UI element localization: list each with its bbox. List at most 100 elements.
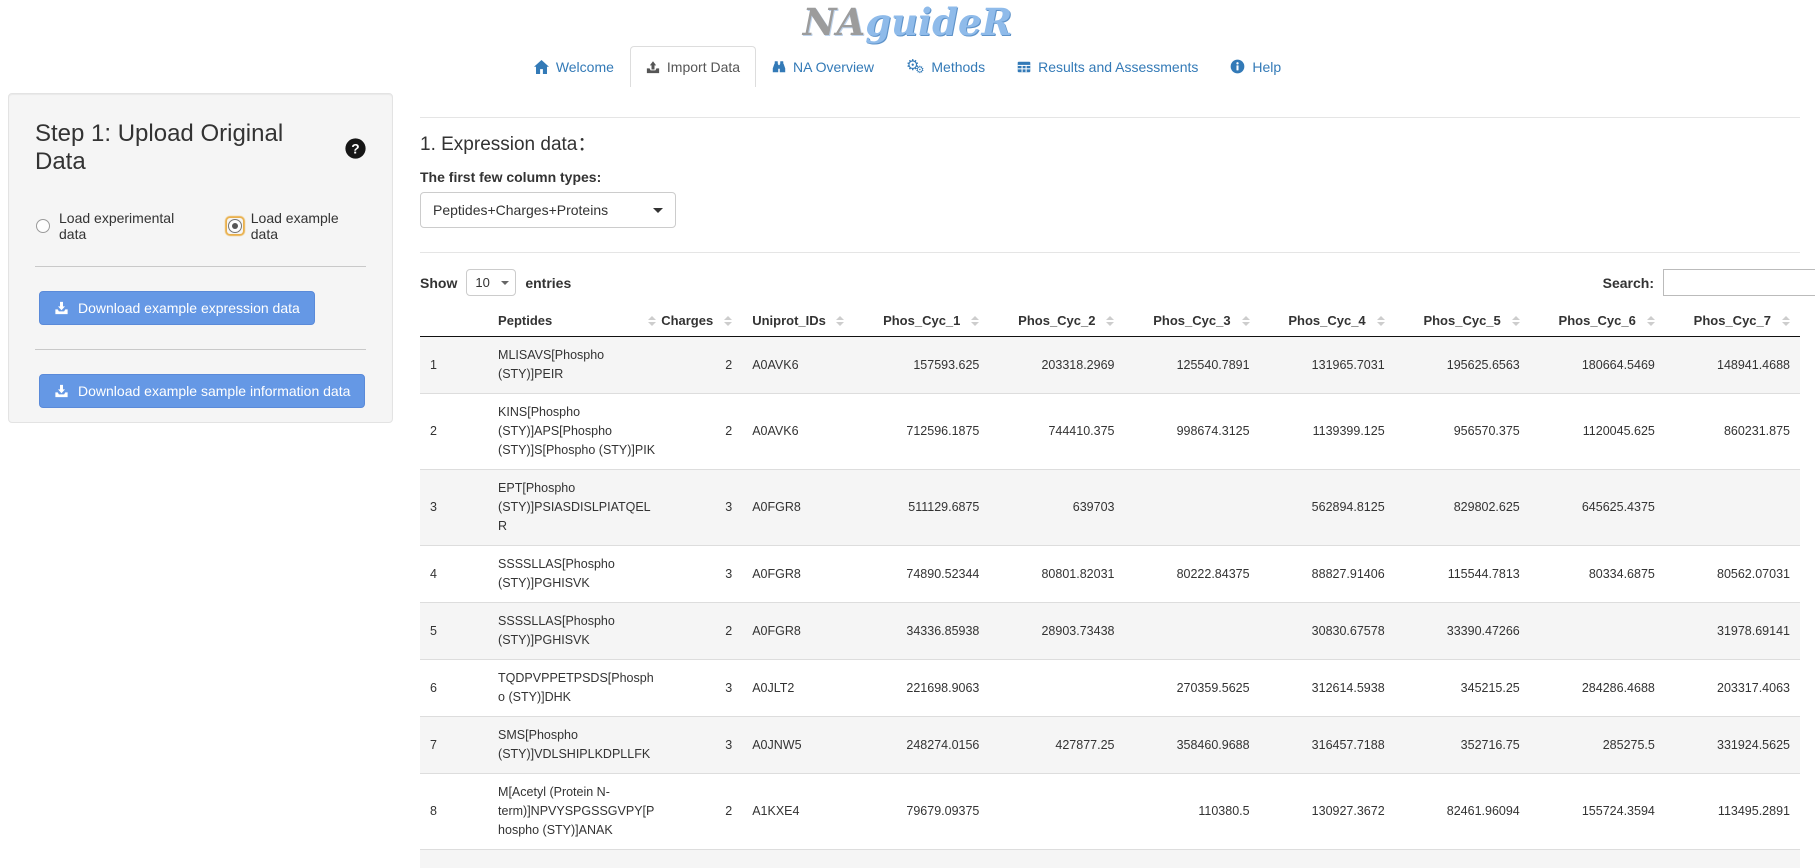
phos-cyc-2-cell: 80801.82031: [989, 546, 1124, 603]
radio-load-experimental-data[interactable]: Load experimental data: [35, 210, 201, 242]
phos-cyc-5-cell: 345215.25: [1395, 660, 1530, 717]
svg-text:?: ?: [351, 141, 359, 156]
radio-label: Load example data: [251, 210, 366, 242]
sidebar-title: Step 1: Upload Original Data ?: [35, 120, 366, 176]
tab-label: Welcome: [556, 59, 614, 75]
phos-cyc-2-cell: 203318.2969: [989, 337, 1124, 394]
page-length-select[interactable]: 10: [466, 269, 516, 296]
entries-label: entries: [525, 275, 571, 291]
table-row: 8M[Acetyl (Protein N-term)]NPVYSPGSSGVPY…: [420, 774, 1800, 850]
tab-label: Results and Assessments: [1038, 59, 1198, 75]
phos-cyc-6-cell: [1530, 603, 1665, 660]
sort-icon: [1106, 316, 1114, 326]
phos-cyc-1-cell: 221698.9063: [854, 660, 989, 717]
column-header-phos-cyc-6[interactable]: Phos_Cyc_6: [1530, 305, 1665, 337]
row-index: 7: [420, 717, 488, 774]
tab-import-data[interactable]: Import Data: [630, 46, 756, 87]
page-length-value: 10: [475, 275, 489, 290]
phos-cyc-5-cell: 956570.375: [1395, 394, 1530, 470]
row-index: 2: [420, 394, 488, 470]
phos-cyc-2-cell: 28903.73438: [989, 603, 1124, 660]
uniprot-cell: A0JNW5: [742, 717, 854, 774]
table-row: 3EPT[Phospho (STY)]PSIASDISLPIATQELR3A0F…: [420, 470, 1800, 546]
uniprot-cell: A0AVK6: [742, 337, 854, 394]
column-types-selected-value: Peptides+Charges+Proteins: [433, 202, 608, 218]
table-row: 5SSSSLLAS[Phospho (STY)]PGHISVK2A0FGR834…: [420, 603, 1800, 660]
phos-cyc-3-cell: [1124, 470, 1259, 546]
charge-cell: 3: [666, 546, 742, 603]
rownames-header[interactable]: [420, 305, 488, 337]
peptide-cell: KINS[Phospho (STY)]APS[Phospho (STY)]S[P…: [488, 394, 666, 470]
phos-cyc-7-cell: [1665, 470, 1800, 546]
peptide-cell: EPT[Phospho (STY)]PSIASDISLPIATQELR: [488, 470, 666, 546]
row-index: 5: [420, 603, 488, 660]
tab-label: NA Overview: [793, 59, 874, 75]
download-example-sample-information-data-button[interactable]: Download example sample information data: [39, 374, 365, 408]
column-header-label: Phos_Cyc_7: [1694, 313, 1771, 328]
column-header-phos-cyc-7[interactable]: Phos_Cyc_7: [1665, 305, 1800, 337]
table-row: 7SMS[Phospho (STY)]VDLSHIPLKDPLLFK3A0JNW…: [420, 717, 1800, 774]
tab-na-overview[interactable]: NA Overview: [756, 46, 890, 87]
phos-cyc-5-cell: 115544.7813: [1395, 546, 1530, 603]
phos-cyc-4-cell: 131965.7031: [1260, 337, 1395, 394]
show-label: Show: [420, 275, 457, 291]
phos-cyc-3-cell: 80222.84375: [1124, 546, 1259, 603]
phos-cyc-1-cell: 712596.1875: [854, 394, 989, 470]
tab-results-and-assessments[interactable]: Results and Assessments: [1001, 46, 1214, 87]
table-row: 1MLISAVS[Phospho (STY)]PEIR2A0AVK6157593…: [420, 337, 1800, 394]
sort-icon: [648, 316, 656, 326]
radio-load-example-data[interactable]: Load example data: [227, 210, 366, 242]
datatable-controls: Show 10 entries Search:: [420, 261, 1800, 305]
binoculars-icon: [772, 60, 786, 74]
phos-cyc-6-cell: [1530, 850, 1665, 868]
phos-cyc-4-cell: 130927.3672: [1260, 774, 1395, 850]
phos-cyc-3-cell: 125540.7891: [1124, 337, 1259, 394]
search-input[interactable]: [1663, 269, 1815, 296]
chevron-down-icon: [501, 281, 509, 285]
column-header-label: Phos_Cyc_2: [1018, 313, 1095, 328]
content-area: Step 1: Upload Original Data ? Load expe…: [0, 93, 1815, 868]
phos-cyc-6-cell: 645625.4375: [1530, 470, 1665, 546]
data-source-radio-group: Load experimental data Load example data: [35, 210, 366, 242]
uniprot-cell: A1KXE4: [742, 774, 854, 850]
tab-help[interactable]: Help: [1214, 46, 1297, 87]
peptide-cell: SSSSLLAS[Phospho (STY)]PGHISVK: [488, 603, 666, 660]
phos-cyc-2-cell: 639703: [989, 470, 1124, 546]
phos-cyc-2-cell: 427877.25: [989, 717, 1124, 774]
phos-cyc-4-cell: [1260, 850, 1395, 868]
charge-cell: 3: [666, 717, 742, 774]
column-types-select[interactable]: Peptides+Charges+Proteins: [420, 192, 676, 228]
phos-cyc-3-cell: 110380.5: [1124, 774, 1259, 850]
sort-icon: [1512, 316, 1520, 326]
column-header-uniprot-ids[interactable]: Uniprot_IDs: [742, 305, 854, 337]
column-header-phos-cyc-1[interactable]: Phos_Cyc_1: [854, 305, 989, 337]
question-circle-icon[interactable]: ?: [345, 138, 366, 159]
download-example-expression-data-button[interactable]: Download example expression data: [39, 291, 315, 325]
page-length-control: Show 10 entries: [420, 261, 1800, 296]
column-header-phos-cyc-2[interactable]: Phos_Cyc_2: [989, 305, 1124, 337]
tab-welcome[interactable]: Welcome: [518, 46, 630, 87]
expression-data-title: 1. Expression data：: [420, 129, 1800, 156]
phos-cyc-1-cell: [854, 850, 989, 868]
uniprot-cell: A0FGR8: [742, 603, 854, 660]
gears-icon: ⚙⚙: [906, 58, 924, 76]
phos-cyc-1-cell: 511129.6875: [854, 470, 989, 546]
column-header-phos-cyc-5[interactable]: Phos_Cyc_5: [1395, 305, 1530, 337]
column-header-label: Uniprot_IDs: [752, 313, 826, 328]
table-section-divider: [420, 252, 1800, 253]
button-label: Download example expression data: [78, 300, 300, 316]
column-header-phos-cyc-4[interactable]: Phos_Cyc_4: [1260, 305, 1395, 337]
phos-cyc-5-cell: 829802.625: [1395, 470, 1530, 546]
sort-icon: [1377, 316, 1385, 326]
tab-methods[interactable]: ⚙⚙Methods: [890, 46, 1001, 87]
phos-cyc-3-cell: 998674.3125: [1124, 394, 1259, 470]
column-header-label: Phos_Cyc_1: [883, 313, 960, 328]
row-index: [420, 850, 488, 868]
sort-icon: [1242, 316, 1250, 326]
upload-icon: [646, 60, 660, 74]
uniprot-cell: A0FGR8: [742, 470, 854, 546]
column-header-label: Phos_Cyc_4: [1288, 313, 1365, 328]
column-header-charges[interactable]: Charges: [666, 305, 742, 337]
column-header-phos-cyc-3[interactable]: Phos_Cyc_3: [1124, 305, 1259, 337]
column-header-peptides[interactable]: Peptides: [488, 305, 666, 337]
